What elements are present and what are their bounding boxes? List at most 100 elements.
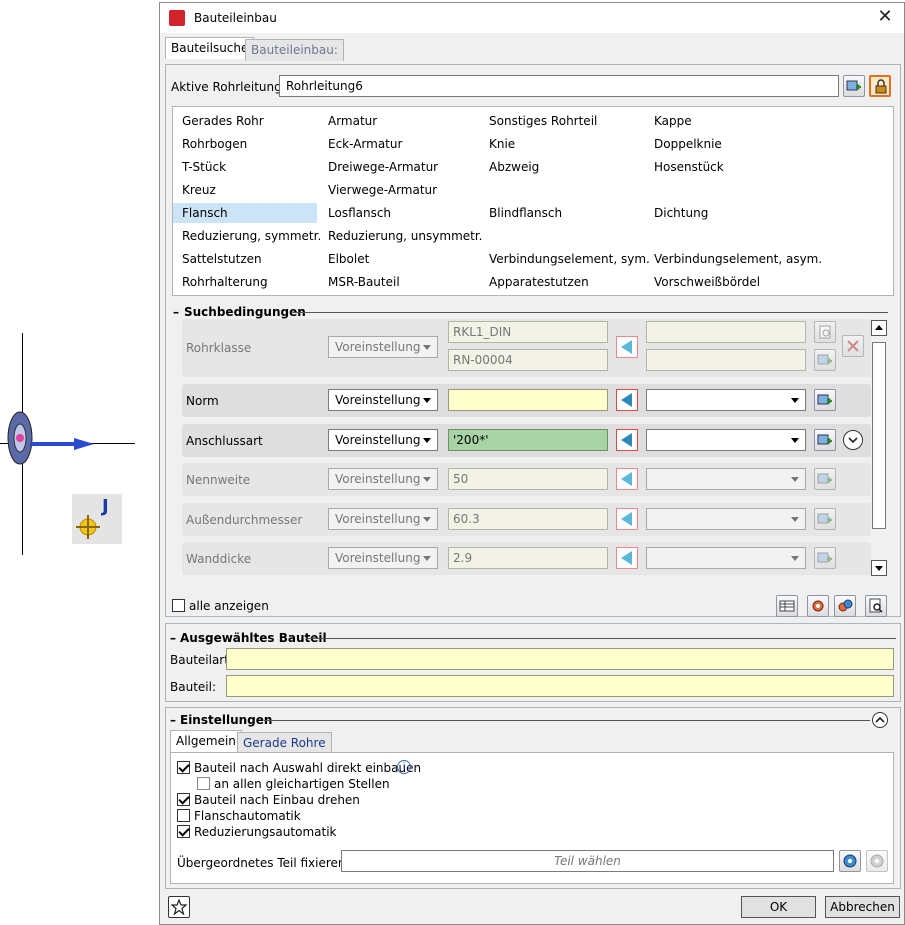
wall-thickness-transfer-button[interactable] xyxy=(616,547,638,569)
connection-type-add-button[interactable] xyxy=(814,429,836,451)
category-item[interactable]: Dreiwege-Armatur xyxy=(319,157,438,177)
all-locations-checkbox[interactable] xyxy=(197,777,210,790)
search-scrollbar[interactable] xyxy=(871,320,887,582)
pipeline-select-button[interactable] xyxy=(843,75,865,97)
show-all-checkbox[interactable] xyxy=(172,599,185,612)
direct-install-checkbox[interactable] xyxy=(177,761,190,774)
category-item[interactable]: Knie xyxy=(480,134,515,154)
parent-part-field[interactable]: Teil wählen xyxy=(341,850,834,872)
info-icon[interactable]: i xyxy=(397,760,411,774)
tab-general[interactable]: Allgemein xyxy=(170,730,242,752)
collapse-settings-button[interactable] xyxy=(872,712,888,728)
gear-grey-icon xyxy=(870,854,884,868)
wall-thickness-mode-select[interactable]: Voreinstellung xyxy=(328,547,438,569)
category-item[interactable]: Doppelknie xyxy=(645,134,722,154)
favorite-button[interactable] xyxy=(168,896,190,918)
category-item[interactable]: Sonstiges Rohrteil xyxy=(480,111,597,131)
tab-part-search[interactable]: Bauteilsuche xyxy=(165,37,255,59)
category-item[interactable]: Dichtung xyxy=(645,203,708,223)
nominal-size-transfer-button[interactable] xyxy=(616,468,638,490)
category-item[interactable]: Kreuz xyxy=(173,180,216,200)
nominal-size-value-field[interactable]: 50 xyxy=(448,468,608,490)
table-view-button[interactable] xyxy=(776,595,798,617)
search-conditions-prefix: – xyxy=(173,305,179,319)
connection-type-value-field[interactable]: '200*' xyxy=(448,429,608,451)
outer-diameter-transfer-button[interactable] xyxy=(616,508,638,530)
pipe-class-value-2[interactable]: RN-00004 xyxy=(448,349,608,371)
norm-result-select[interactable] xyxy=(646,389,806,411)
wall-thickness-value-field[interactable]: 2.9 xyxy=(448,547,608,569)
norm-value-field[interactable] xyxy=(448,389,608,411)
outer-diameter-result-select[interactable] xyxy=(646,508,806,530)
pipeline-lock-button[interactable] xyxy=(869,75,891,97)
category-item[interactable]: Reduzierung, unsymmetr. xyxy=(319,226,483,246)
category-item[interactable]: Reduzierung, symmetr. xyxy=(173,226,321,246)
cancel-button[interactable]: Abbrechen xyxy=(825,896,900,918)
preview-button[interactable] xyxy=(865,595,887,617)
category-item[interactable]: Hosenstück xyxy=(645,157,724,177)
expand-circle-button[interactable] xyxy=(843,430,863,450)
category-item[interactable]: Kappe xyxy=(645,111,692,131)
category-item[interactable]: MSR-Bauteil xyxy=(319,272,400,292)
category-item[interactable]: Gerades Rohr xyxy=(173,111,264,131)
category-item[interactable]: Apparatestutzen xyxy=(480,272,589,292)
pipe-class-clear-button[interactable] xyxy=(842,335,864,357)
pipe-class-mode-select[interactable]: Voreinstellung xyxy=(328,336,438,358)
category-item[interactable]: Abzweig xyxy=(480,157,539,177)
pipe-class-preview-button[interactable] xyxy=(814,321,836,343)
search-settings-button[interactable] xyxy=(807,595,829,617)
nominal-size-result-select[interactable] xyxy=(646,468,806,490)
category-item[interactable]: Verbindungselement, asym. xyxy=(645,249,822,269)
outer-diameter-mode-select[interactable]: Voreinstellung xyxy=(328,508,438,530)
show-all-label: alle anzeigen xyxy=(189,599,269,613)
pipeline-field[interactable]: Rohrleitung6 xyxy=(279,75,839,97)
close-icon[interactable]: ✕ xyxy=(874,7,896,29)
wall-thickness-result-select[interactable] xyxy=(646,547,806,569)
scroll-up-button[interactable] xyxy=(871,320,887,336)
category-item[interactable]: Vorschweißbördel xyxy=(645,272,760,292)
scroll-down-button[interactable] xyxy=(871,560,887,576)
category-item[interactable]: Losflansch xyxy=(319,203,391,223)
rotate-after-install-checkbox[interactable] xyxy=(177,793,190,806)
category-item[interactable]: Sattelstutzen xyxy=(173,249,262,269)
connection-type-transfer-button[interactable] xyxy=(616,429,638,451)
pipe-class-transfer-button[interactable] xyxy=(616,336,638,358)
nominal-size-mode-select[interactable]: Voreinstellung xyxy=(328,468,438,490)
arrow-left-icon xyxy=(621,472,632,486)
norm-mode-select[interactable]: Voreinstellung xyxy=(328,389,438,411)
category-item[interactable]: Blindflansch xyxy=(480,203,562,223)
category-item[interactable]: Rohrhalterung xyxy=(173,272,268,292)
tab-straight-pipes[interactable]: Gerade Rohre xyxy=(237,732,332,754)
outer-diameter-value-field[interactable]: 60.3 xyxy=(448,508,608,530)
part-installation-dialog: Bauteileinbau ✕ Bauteilsuche Bauteileinb… xyxy=(159,2,905,925)
parent-part-pick-button[interactable] xyxy=(839,850,861,872)
cad-viewport[interactable]: J xyxy=(0,0,160,925)
category-item[interactable]: Verbindungselement, sym. xyxy=(480,249,650,269)
outer-diameter-add-button[interactable] xyxy=(814,508,836,530)
parent-part-release-button[interactable] xyxy=(866,850,888,872)
category-item[interactable]: Elbolet xyxy=(319,249,369,269)
category-item[interactable]: T-Stück xyxy=(173,157,226,177)
part-type-field[interactable] xyxy=(226,648,894,670)
reduction-automatic-checkbox[interactable] xyxy=(177,825,190,838)
connection-type-result-select[interactable] xyxy=(646,429,806,451)
cad-snap-marker[interactable]: J xyxy=(72,494,122,544)
nominal-size-add-button[interactable] xyxy=(814,468,836,490)
category-item[interactable]: Vierwege-Armatur xyxy=(319,180,437,200)
wall-thickness-add-button[interactable] xyxy=(814,547,836,569)
tab-part-installation[interactable]: Bauteileinbau: xyxy=(245,39,344,61)
pipe-class-value-1[interactable]: RKL1_DIN xyxy=(448,321,608,343)
part-field[interactable] xyxy=(226,675,894,697)
search-settings-2-button[interactable] xyxy=(834,595,856,617)
category-item[interactable]: Armatur xyxy=(319,111,377,131)
norm-transfer-button[interactable] xyxy=(616,389,638,411)
category-item[interactable]: Eck-Armatur xyxy=(319,134,402,154)
connection-type-mode-select[interactable]: Voreinstellung xyxy=(328,429,438,451)
flange-automatic-checkbox[interactable] xyxy=(177,809,190,822)
norm-add-button[interactable] xyxy=(814,389,836,411)
ok-button[interactable]: OK xyxy=(741,896,816,918)
category-item[interactable]: Rohrbogen xyxy=(173,134,247,154)
scroll-thumb[interactable] xyxy=(872,342,886,529)
pipe-class-add-button[interactable] xyxy=(814,349,836,371)
category-item-selected[interactable]: Flansch xyxy=(173,203,317,223)
